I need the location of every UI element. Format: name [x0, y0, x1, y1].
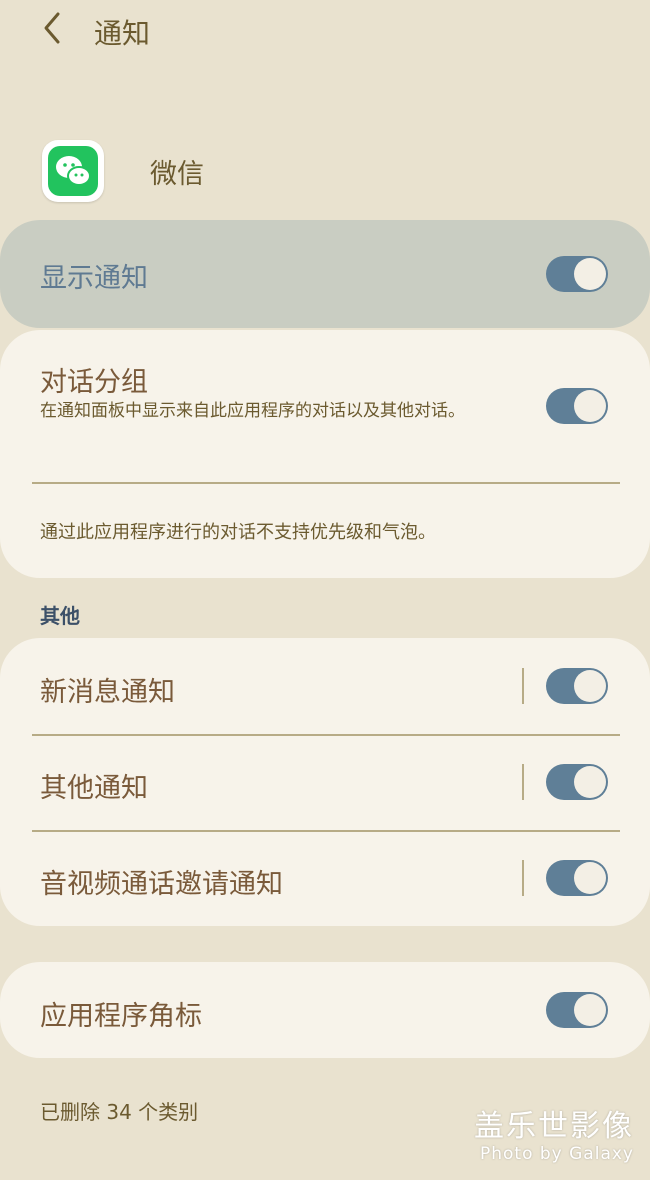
- page-title: 通知: [94, 17, 151, 50]
- vertical-separator: [522, 860, 524, 896]
- channel-label: 音视频通话邀请通知: [40, 869, 283, 900]
- watermark: 盖乐世影像 Photo by Galaxy: [474, 1109, 634, 1165]
- back-button[interactable]: [34, 8, 74, 48]
- new-message-toggle[interactable]: [546, 668, 608, 704]
- app-name: 微信: [150, 159, 204, 190]
- other-notifications-toggle[interactable]: [546, 764, 608, 800]
- channel-label: 新消息通知: [40, 677, 175, 708]
- toggle-knob: [574, 390, 606, 422]
- divider: [32, 482, 620, 484]
- toggle-knob: [574, 258, 606, 290]
- show-notifications-toggle[interactable]: [546, 256, 608, 292]
- watermark-sub: Photo by Galaxy: [479, 1144, 634, 1164]
- toggle-knob: [574, 862, 606, 894]
- conversation-group-toggle[interactable]: [546, 388, 608, 424]
- channel-row-new-message[interactable]: 新消息通知: [0, 638, 650, 734]
- toggle-knob: [574, 994, 606, 1026]
- app-bar: 通知: [0, 0, 650, 60]
- app-info: 微信: [0, 136, 650, 204]
- app-badge-label: 应用程序角标: [40, 1001, 202, 1032]
- channel-row-other[interactable]: 其他通知: [0, 736, 650, 830]
- deleted-categories-link[interactable]: 已删除 34 个类别: [40, 1096, 198, 1125]
- conversation-group-subtitle: 在通知面板中显示来自此应用程序的对话以及其他对话。: [40, 401, 465, 421]
- app-badge-row[interactable]: 应用程序角标: [0, 962, 650, 1058]
- other-notifications-card: 新消息通知 其他通知 音视频通话邀请通知: [0, 638, 650, 926]
- conversation-group-title: 对话分组: [40, 367, 148, 398]
- wechat-icon: [42, 140, 104, 202]
- show-notifications-label: 显示通知: [40, 263, 148, 294]
- channel-label: 其他通知: [40, 773, 148, 804]
- toggle-knob: [574, 766, 606, 798]
- vertical-separator: [522, 764, 524, 800]
- channel-row-call-invite[interactable]: 音视频通话邀请通知: [0, 832, 650, 926]
- toggle-knob: [574, 670, 606, 702]
- conversation-group-row[interactable]: 对话分组 在通知面板中显示来自此应用程序的对话以及其他对话。: [0, 330, 650, 480]
- section-header-other: 其他: [40, 604, 80, 628]
- conversation-card: 对话分组 在通知面板中显示来自此应用程序的对话以及其他对话。 通过此应用程序进行…: [0, 330, 650, 578]
- vertical-separator: [522, 668, 524, 704]
- app-badge-toggle[interactable]: [546, 992, 608, 1028]
- chevron-left-icon: [44, 12, 60, 44]
- badge-card: 应用程序角标: [0, 962, 650, 1058]
- conversation-note: 通过此应用程序进行的对话不支持优先级和气泡。: [40, 522, 436, 543]
- call-invite-toggle[interactable]: [546, 860, 608, 896]
- show-notifications-row[interactable]: 显示通知: [0, 220, 650, 328]
- watermark-main: 盖乐世影像: [474, 1109, 634, 1144]
